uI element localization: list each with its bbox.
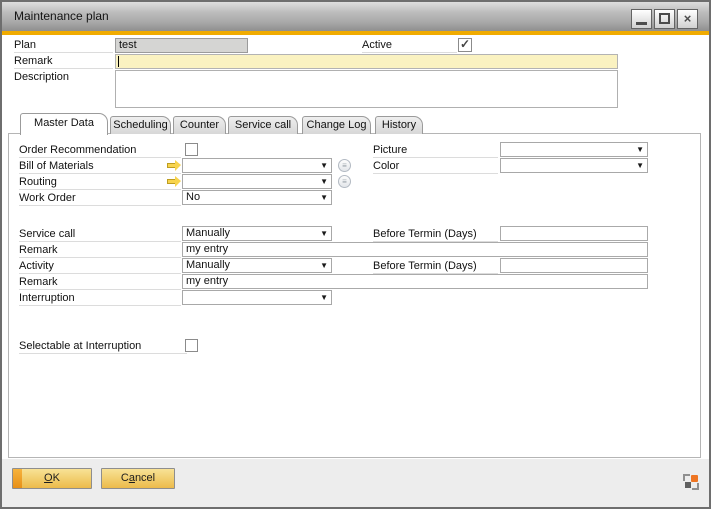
plan-label: Plan — [14, 37, 113, 53]
link-arrow-icon[interactable] — [167, 176, 181, 187]
tab-service-call[interactable]: Service call — [228, 116, 298, 134]
remark-field[interactable] — [115, 54, 618, 69]
active-label: Active — [362, 37, 457, 53]
activity-remark-label: Remark — [19, 274, 181, 290]
tab-change-log[interactable]: Change Log — [302, 116, 371, 134]
work-order-dropdown[interactable]: No ▼ — [182, 190, 332, 205]
order-recommendation-label: Order Recommendation — [19, 142, 181, 158]
service-remark-label: Remark — [19, 242, 181, 258]
bill-of-materials-dropdown[interactable]: ▼ — [182, 158, 332, 173]
plan-value: test — [119, 39, 137, 51]
plan-field[interactable]: test — [115, 38, 248, 53]
minimize-icon — [636, 22, 647, 25]
service-before-termin-field[interactable] — [500, 226, 648, 241]
tab-label: Service call — [235, 119, 291, 131]
resize-handle-icon[interactable] — [683, 474, 699, 490]
chevron-down-icon: ▼ — [320, 261, 328, 271]
tab-label: History — [382, 119, 416, 131]
activity-value: Manually — [186, 259, 230, 271]
cancel-label: C — [121, 472, 129, 484]
choose-from-list-icon[interactable]: ≡ — [338, 159, 351, 172]
accent-bar — [2, 31, 709, 35]
tab-counter[interactable]: Counter — [173, 116, 226, 134]
maximize-button[interactable] — [654, 9, 675, 29]
activity-label: Activity — [19, 258, 181, 274]
service-remark-field[interactable]: my entry — [182, 242, 648, 257]
picture-dropdown[interactable]: ▼ — [500, 142, 648, 157]
minimize-button[interactable] — [631, 9, 652, 29]
tab-master-data[interactable]: Master Data — [20, 113, 108, 135]
tab-scheduling[interactable]: Scheduling — [110, 116, 171, 134]
description-label: Description — [14, 69, 113, 85]
activity-remark-field[interactable]: my entry — [182, 274, 648, 289]
close-button[interactable]: × — [677, 9, 698, 29]
tab-history[interactable]: History — [375, 116, 423, 134]
work-order-label: Work Order — [19, 190, 181, 206]
work-order-value: No — [186, 191, 200, 203]
close-icon: × — [678, 10, 697, 27]
cancel-button[interactable]: Cancel — [101, 468, 175, 489]
service-call-dropdown[interactable]: Manually ▼ — [182, 226, 332, 241]
bill-of-materials-label: Bill of Materials — [19, 158, 181, 174]
chevron-down-icon: ▼ — [636, 145, 644, 155]
service-remark-value: my entry — [186, 243, 228, 255]
service-before-termin-label: Before Termin (Days) — [373, 226, 498, 242]
ok-button[interactable]: OK — [12, 468, 92, 489]
maximize-icon — [659, 13, 670, 24]
order-recommendation-checkbox[interactable] — [185, 143, 198, 156]
tab-label: Counter — [180, 119, 219, 131]
window-title: Maintenance plan — [14, 2, 109, 31]
ok-label: O — [44, 472, 53, 484]
activity-before-termin-field[interactable] — [500, 258, 648, 273]
activity-remark-value: my entry — [186, 275, 228, 287]
choose-from-list-icon[interactable]: ≡ — [338, 175, 351, 188]
activity-dropdown[interactable]: Manually ▼ — [182, 258, 332, 273]
interruption-dropdown[interactable]: ▼ — [182, 290, 332, 305]
chevron-down-icon: ▼ — [320, 193, 328, 203]
interruption-label: Interruption — [19, 290, 181, 306]
tab-label: Scheduling — [113, 119, 167, 131]
service-call-value: Manually — [186, 227, 230, 239]
title-bar: Maintenance plan × — [2, 2, 709, 31]
active-checkbox[interactable]: ✓ — [458, 38, 472, 52]
text-caret — [118, 56, 119, 67]
link-arrow-icon[interactable] — [167, 160, 181, 171]
chevron-down-icon: ▼ — [320, 177, 328, 187]
footer-bar: OK Cancel — [2, 459, 709, 507]
cancel-label: ncel — [135, 472, 155, 484]
default-button-stripe — [13, 469, 22, 488]
master-data-panel: Order Recommendation Picture ▼ Bill of M… — [8, 133, 701, 458]
picture-label: Picture — [373, 142, 498, 158]
color-dropdown[interactable]: ▼ — [500, 158, 648, 173]
routing-label: Routing — [19, 174, 181, 190]
chevron-down-icon: ▼ — [320, 293, 328, 303]
tab-label: Change Log — [307, 119, 367, 131]
service-call-label: Service call — [19, 226, 181, 242]
chevron-down-icon: ▼ — [320, 229, 328, 239]
color-label: Color — [373, 158, 498, 174]
selectable-at-interruption-checkbox[interactable] — [185, 339, 198, 352]
activity-before-termin-label: Before Termin (Days) — [373, 258, 498, 274]
selectable-at-interruption-label: Selectable at Interruption — [19, 338, 187, 354]
routing-dropdown[interactable]: ▼ — [182, 174, 332, 189]
tab-label: Master Data — [34, 117, 94, 129]
chevron-down-icon: ▼ — [320, 161, 328, 171]
ok-label: K — [53, 472, 60, 484]
maintenance-plan-window: Maintenance plan × Plan test Active ✓ Re… — [0, 0, 711, 509]
remark-label: Remark — [14, 53, 113, 69]
chevron-down-icon: ▼ — [636, 161, 644, 171]
description-field[interactable] — [115, 70, 618, 108]
check-icon: ✓ — [459, 39, 471, 49]
